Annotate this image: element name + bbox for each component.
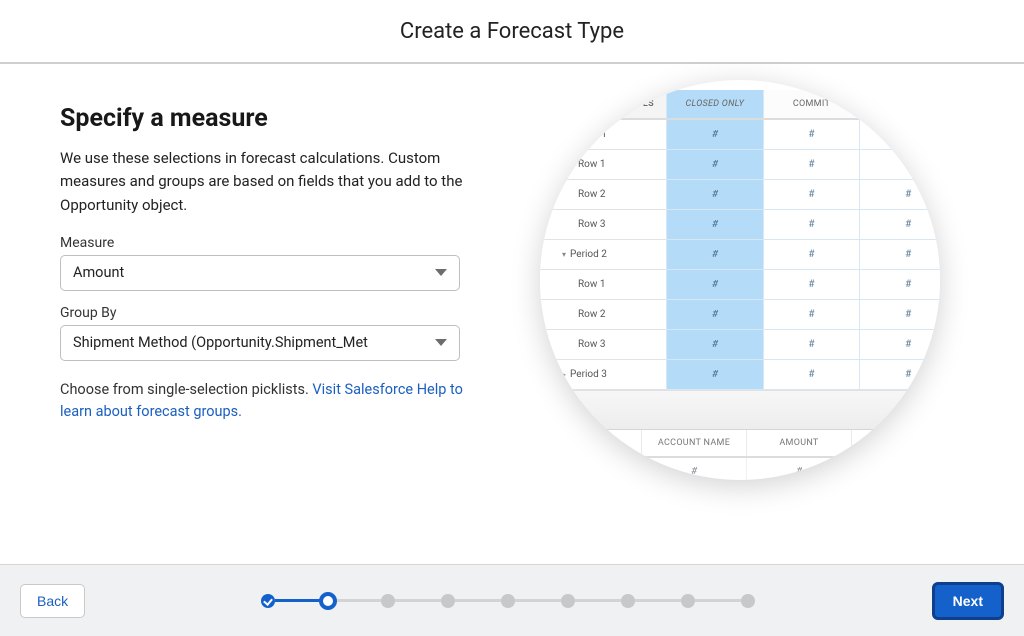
preview-cell: # <box>666 120 763 150</box>
preview-period-label: ▸Period 3 <box>540 360 666 390</box>
preview-cell: # <box>666 150 763 180</box>
preview-cell: # <box>666 240 763 270</box>
preview-footer-cell: # <box>746 458 851 480</box>
preview-col-header: CLOSED ONLY <box>666 90 763 120</box>
step-connector <box>575 599 621 602</box>
preview-row-label: Row 3 <box>540 330 666 360</box>
chevron-down-icon <box>435 269 447 276</box>
preview-cell: # <box>763 120 860 150</box>
preview-footer-header: ME <box>540 430 641 456</box>
step-dot <box>441 594 455 608</box>
footer-bar: Back Next <box>0 564 1024 636</box>
preview-cell: # <box>666 300 763 330</box>
preview-cell: # <box>666 330 763 360</box>
step-dot <box>561 594 575 608</box>
preview-footer-header: ACCOUNT NAME <box>641 430 746 456</box>
preview-cell: # <box>763 150 860 180</box>
preview-row-label: Row 1 <box>540 150 666 180</box>
preview-cell: # <box>763 300 860 330</box>
step-connector <box>455 599 501 602</box>
step-dot <box>319 592 337 610</box>
preview-cell: # <box>859 330 940 360</box>
preview-cell: # <box>859 240 940 270</box>
preview-cell: # <box>859 150 940 180</box>
preview-cell: # <box>763 270 860 300</box>
step-dot <box>621 594 635 608</box>
preview-footer-cell: # <box>540 458 641 480</box>
preview-footer-header: AMOUNT <box>746 430 851 456</box>
preview-row-label: Row 2 <box>540 300 666 330</box>
progress-stepper <box>85 594 932 608</box>
preview-cell: # <box>666 360 763 390</box>
step-dot <box>741 594 755 608</box>
step-dot <box>381 594 395 608</box>
next-button[interactable]: Next <box>932 582 1004 620</box>
step-connector <box>635 599 681 602</box>
chevron-down-icon <box>435 339 447 346</box>
group-by-label: Group By <box>60 305 500 321</box>
preview-cell: # <box>763 240 860 270</box>
hint-prefix: Choose from single-selection picklists. <box>60 381 312 398</box>
preview-cell: # <box>666 210 763 240</box>
preview-cell: # <box>763 330 860 360</box>
preview-period-label: ▾Period 2 <box>540 240 666 270</box>
step-connector <box>515 599 561 602</box>
preview-cell: # <box>859 120 940 150</box>
preview-row-label: Row 2 <box>540 180 666 210</box>
measure-value: Amount <box>73 264 124 281</box>
group-by-select[interactable]: Shipment Method (Opportunity.Shipment_Me… <box>60 325 460 361</box>
step-connector <box>695 599 741 602</box>
preview-col-header: COMMIT <box>763 90 860 120</box>
section-description: We use these selections in forecast calc… <box>60 147 470 217</box>
preview-cell: # <box>859 180 940 210</box>
preview-cell: # <box>763 210 860 240</box>
step-dot <box>681 594 695 608</box>
step-dot <box>501 594 515 608</box>
step-connector <box>335 599 381 602</box>
preview-cell: # <box>859 300 940 330</box>
preview-cell: # <box>859 360 940 390</box>
preview-col-header: LS <box>540 90 666 120</box>
preview-cell: # <box>859 210 940 240</box>
back-button[interactable]: Back <box>20 584 85 618</box>
preview-cell: # <box>666 270 763 300</box>
preview-cell: # <box>666 180 763 210</box>
step-dot <box>261 594 275 608</box>
step-connector <box>395 599 441 602</box>
preview-col-header: BE <box>859 90 940 120</box>
preview-cell: # <box>763 360 860 390</box>
preview-footer-cell: # <box>851 458 940 480</box>
preview-image: LSCLOSED ONLYCOMMITBE▾Period 1###Row 1##… <box>540 80 940 480</box>
measure-select[interactable]: Amount <box>60 255 460 291</box>
preview-cell: # <box>763 180 860 210</box>
section-heading: Specify a measure <box>60 104 500 133</box>
step-connector <box>275 599 321 602</box>
measure-label: Measure <box>60 235 500 251</box>
group-by-value: Shipment Method (Opportunity.Shipment_Me… <box>73 334 368 351</box>
preview-cell: # <box>859 270 940 300</box>
preview-period-label: ▾Period 1 <box>540 120 666 150</box>
hint-text: Choose from single-selection picklists. … <box>60 379 480 424</box>
page-title: Create a Forecast Type <box>400 19 624 44</box>
preview-row-label: Row 3 <box>540 210 666 240</box>
preview-footer-cell: # <box>641 458 746 480</box>
preview-row-label: Row 1 <box>540 270 666 300</box>
